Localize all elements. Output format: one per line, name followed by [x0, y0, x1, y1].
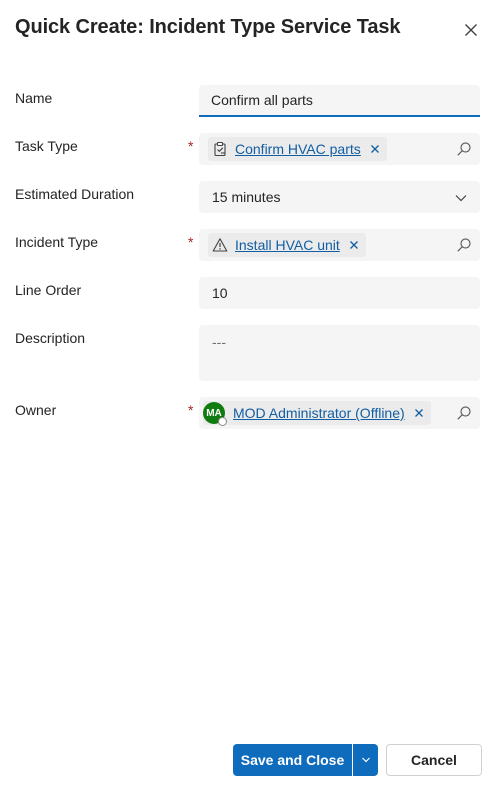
- task-type-search-icon[interactable]: [456, 141, 472, 157]
- name-label: Name: [15, 90, 53, 106]
- owner-search-icon[interactable]: [456, 405, 472, 421]
- owner-link[interactable]: MOD Administrator (Offline): [233, 405, 405, 421]
- incident-type-link[interactable]: Install HVAC unit: [235, 237, 340, 253]
- offline-status-icon: [218, 417, 227, 426]
- incident-type-tag: Install HVAC unit: [208, 233, 366, 257]
- owner-lookup[interactable]: MA MOD Administrator (Offline): [199, 397, 480, 429]
- line-order-field[interactable]: 10: [199, 277, 480, 309]
- name-field-container[interactable]: [199, 85, 480, 117]
- dialog-footer: Save and Close Cancel: [0, 744, 496, 776]
- close-icon: [465, 24, 477, 36]
- task-type-required-mark: *: [188, 138, 194, 154]
- remove-icon: [370, 145, 379, 153]
- warning-icon: [211, 236, 229, 254]
- owner-remove-button[interactable]: [413, 407, 425, 419]
- estimated-duration-value: 15 minutes: [212, 189, 281, 205]
- cancel-button[interactable]: Cancel: [386, 744, 482, 776]
- task-type-label: Task Type: [15, 138, 78, 154]
- incident-type-label: Incident Type: [15, 234, 99, 250]
- task-type-tag: Confirm HVAC parts: [208, 137, 387, 161]
- incident-type-remove-button[interactable]: [348, 239, 360, 251]
- owner-tag: MA MOD Administrator (Offline): [203, 401, 431, 426]
- description-label: Description: [15, 330, 86, 346]
- chevron-down-icon[interactable]: [454, 191, 468, 205]
- owner-required-mark: *: [188, 402, 194, 418]
- clipboard-task-icon: [211, 140, 229, 158]
- remove-icon: [414, 409, 423, 417]
- estimated-duration-label: Estimated Duration: [15, 186, 135, 202]
- chevron-down-icon: [361, 757, 370, 763]
- save-and-close-split-button: Save and Close: [233, 744, 378, 776]
- dialog-header: Quick Create: Incident Type Service Task: [15, 14, 481, 44]
- owner-label: Owner: [15, 402, 57, 418]
- save-and-close-button[interactable]: Save and Close: [233, 744, 353, 776]
- avatar: MA: [203, 402, 227, 426]
- name-input[interactable]: [199, 85, 480, 115]
- dialog-title: Quick Create: Incident Type Service Task: [15, 16, 401, 38]
- close-button[interactable]: [461, 20, 481, 40]
- save-options-dropdown-button[interactable]: [353, 744, 378, 776]
- task-type-remove-button[interactable]: [369, 143, 381, 155]
- remove-icon: [349, 241, 358, 249]
- incident-type-search-icon[interactable]: [456, 237, 472, 253]
- estimated-duration-select[interactable]: 15 minutes: [199, 181, 480, 213]
- incident-type-required-mark: *: [188, 234, 194, 250]
- incident-type-lookup[interactable]: Install HVAC unit: [199, 229, 480, 261]
- task-type-link[interactable]: Confirm HVAC parts: [235, 141, 361, 157]
- task-type-lookup[interactable]: Confirm HVAC parts: [199, 133, 480, 165]
- line-order-value: 10: [212, 285, 228, 301]
- line-order-label: Line Order: [15, 282, 82, 298]
- description-textarea[interactable]: ---: [199, 325, 480, 381]
- description-placeholder: ---: [212, 334, 226, 350]
